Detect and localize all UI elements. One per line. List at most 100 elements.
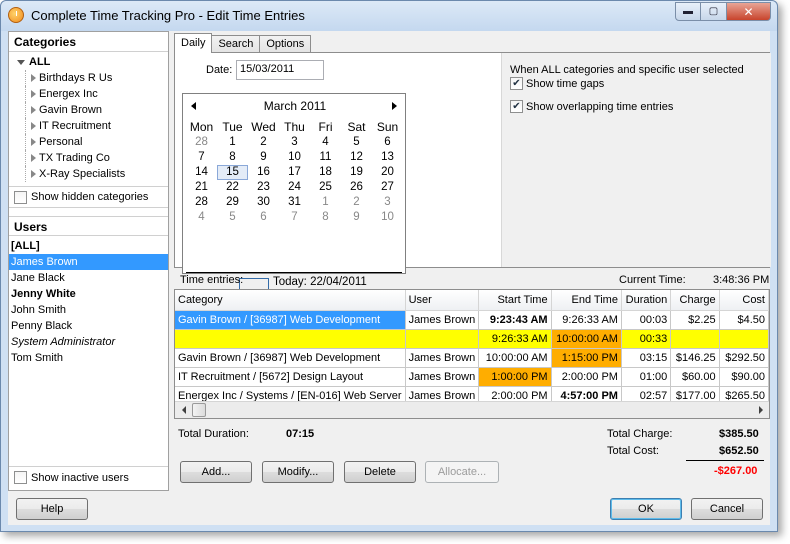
show-inactive-users-checkbox[interactable]: Show inactive users bbox=[9, 466, 168, 488]
calendar-day[interactable]: 24 bbox=[279, 180, 310, 195]
user-item[interactable]: System Administrator bbox=[9, 334, 168, 350]
calendar-day[interactable]: 29 bbox=[217, 195, 248, 210]
category-item[interactable]: IT Recruitment bbox=[9, 118, 168, 134]
col-header-start-time[interactable]: Start Time bbox=[478, 290, 552, 311]
add-button[interactable]: Add... bbox=[180, 461, 252, 483]
calendar-day[interactable]: 4 bbox=[186, 210, 217, 225]
calendar-day[interactable]: 22 bbox=[217, 180, 248, 195]
time-entries-grid[interactable]: Category User Start Time End Time Durati… bbox=[174, 289, 770, 419]
close-button[interactable]: ✕ bbox=[727, 2, 771, 21]
calendar-day[interactable]: 3 bbox=[279, 135, 310, 150]
collapsed-arrow-icon[interactable] bbox=[31, 170, 36, 178]
calendar-day[interactable]: 7 bbox=[279, 210, 310, 225]
duration-cell[interactable]: 00:33 bbox=[621, 329, 672, 349]
charge-cell[interactable]: $146.25 bbox=[670, 348, 720, 368]
category-item[interactable]: Gavin Brown bbox=[9, 102, 168, 118]
user-item[interactable]: James Brown bbox=[9, 254, 168, 270]
calendar-day[interactable]: 16 bbox=[248, 165, 279, 180]
calendar-day[interactable]: 19 bbox=[341, 165, 372, 180]
category-item[interactable]: X-Ray Specialists bbox=[9, 166, 168, 182]
collapsed-arrow-icon[interactable] bbox=[31, 138, 36, 146]
user-item[interactable]: Tom Smith bbox=[9, 350, 168, 366]
calendar-day[interactable]: 9 bbox=[341, 210, 372, 225]
calendar-day[interactable]: 5 bbox=[341, 135, 372, 150]
calendar-day[interactable]: 14 bbox=[186, 165, 217, 180]
user-cell[interactable]: James Brown bbox=[405, 348, 480, 368]
user-item[interactable]: Jenny White bbox=[9, 286, 168, 302]
calendar-day[interactable]: 28 bbox=[186, 195, 217, 210]
calendar-day[interactable]: 17 bbox=[279, 165, 310, 180]
category-item[interactable]: Personal bbox=[9, 134, 168, 150]
tab-options[interactable]: Options bbox=[259, 35, 312, 53]
calendar-day[interactable]: 5 bbox=[217, 210, 248, 225]
minimize-button[interactable]: ▬ bbox=[675, 2, 701, 21]
time-gap-row[interactable]: 9:26:33 AM 10:00:00 AM 00:33 bbox=[175, 329, 769, 349]
cost-cell[interactable]: $90.00 bbox=[719, 367, 769, 387]
calendar-day[interactable]: 30 bbox=[248, 195, 279, 210]
charge-cell[interactable]: $60.00 bbox=[670, 367, 720, 387]
calendar-day[interactable]: 23 bbox=[248, 180, 279, 195]
calendar-day[interactable]: 2 bbox=[248, 135, 279, 150]
duration-cell[interactable]: 00:03 bbox=[621, 310, 672, 330]
maximize-button[interactable]: ▢ bbox=[701, 2, 727, 21]
next-month-icon[interactable] bbox=[392, 102, 397, 110]
help-button[interactable]: Help bbox=[16, 498, 88, 520]
calendar-day[interactable]: 6 bbox=[372, 135, 403, 150]
calendar-day[interactable]: 9 bbox=[248, 150, 279, 165]
charge-cell[interactable]: $2.25 bbox=[670, 310, 720, 330]
user-cell[interactable] bbox=[405, 329, 480, 349]
user-item[interactable]: Jane Black bbox=[9, 270, 168, 286]
start-time-cell[interactable]: 1:00:00 PM bbox=[478, 367, 552, 387]
user-item[interactable]: Penny Black bbox=[9, 318, 168, 334]
calendar-day[interactable]: 2 bbox=[341, 195, 372, 210]
tab-search[interactable]: Search bbox=[211, 35, 261, 53]
title-bar[interactable]: Complete Time Tracking Pro - Edit Time E… bbox=[1, 1, 777, 31]
calendar-day[interactable]: 28 bbox=[186, 135, 217, 150]
collapsed-arrow-icon[interactable] bbox=[31, 122, 36, 130]
start-time-cell[interactable]: 10:00:00 AM bbox=[478, 348, 552, 368]
end-time-cell[interactable]: 2:00:00 PM bbox=[551, 367, 622, 387]
user-item[interactable]: John Smith bbox=[9, 302, 168, 318]
calendar-day[interactable]: 1 bbox=[217, 135, 248, 150]
category-cell[interactable] bbox=[175, 329, 406, 349]
cost-cell[interactable] bbox=[719, 329, 769, 349]
col-header-end-time[interactable]: End Time bbox=[551, 290, 622, 311]
duration-cell[interactable]: 01:00 bbox=[621, 367, 672, 387]
calendar-day[interactable]: 8 bbox=[310, 210, 341, 225]
end-time-cell[interactable]: 9:26:33 AM bbox=[551, 310, 622, 330]
user-cell[interactable]: James Brown bbox=[405, 310, 480, 330]
user-cell[interactable]: James Brown bbox=[405, 367, 480, 387]
category-item[interactable]: Energex Inc bbox=[9, 86, 168, 102]
date-input[interactable]: 15/03/2011 bbox=[236, 60, 324, 80]
calendar-day[interactable]: 1 bbox=[310, 195, 341, 210]
expanded-arrow-icon[interactable] bbox=[17, 59, 25, 65]
calendar-day[interactable]: 6 bbox=[248, 210, 279, 225]
category-item[interactable]: TX Trading Co bbox=[9, 150, 168, 166]
table-row[interactable]: Gavin Brown / [36987] Web Development Ja… bbox=[175, 348, 769, 368]
calendar-day[interactable]: 20 bbox=[372, 165, 403, 180]
category-item[interactable]: Birthdays R Us bbox=[9, 70, 168, 86]
collapsed-arrow-icon[interactable] bbox=[31, 106, 36, 114]
collapsed-arrow-icon[interactable] bbox=[31, 90, 36, 98]
calendar-day[interactable]: 21 bbox=[186, 180, 217, 195]
cost-cell[interactable]: $292.50 bbox=[719, 348, 769, 368]
checkbox-box[interactable] bbox=[14, 471, 27, 484]
col-header-category[interactable]: Category bbox=[175, 290, 406, 311]
show-overlapping-checkbox[interactable]: ✔ Show overlapping time entries bbox=[510, 100, 673, 113]
collapsed-arrow-icon[interactable] bbox=[31, 154, 36, 162]
delete-button[interactable]: Delete bbox=[344, 461, 416, 483]
show-hidden-categories-checkbox[interactable]: Show hidden categories bbox=[9, 186, 168, 208]
category-item-all[interactable]: ALL bbox=[9, 54, 168, 70]
duration-cell[interactable]: 03:15 bbox=[621, 348, 672, 368]
category-cell[interactable]: IT Recruitment / [5672] Design Layout bbox=[175, 367, 406, 387]
tab-daily[interactable]: Daily bbox=[174, 33, 213, 53]
calendar-day[interactable]: 26 bbox=[341, 180, 372, 195]
calendar-day[interactable]: 15 bbox=[217, 165, 248, 180]
calendar-day[interactable]: 11 bbox=[310, 150, 341, 165]
checkbox-box[interactable] bbox=[14, 190, 27, 204]
calendar-month[interactable]: March 2011 bbox=[183, 99, 407, 113]
calendar-today[interactable]: Today: 22/04/2011 bbox=[273, 276, 367, 288]
calendar-day[interactable]: 31 bbox=[279, 195, 310, 210]
checkmark-icon[interactable]: ✔ bbox=[510, 77, 523, 90]
start-time-cell[interactable]: 9:26:33 AM bbox=[478, 329, 552, 349]
